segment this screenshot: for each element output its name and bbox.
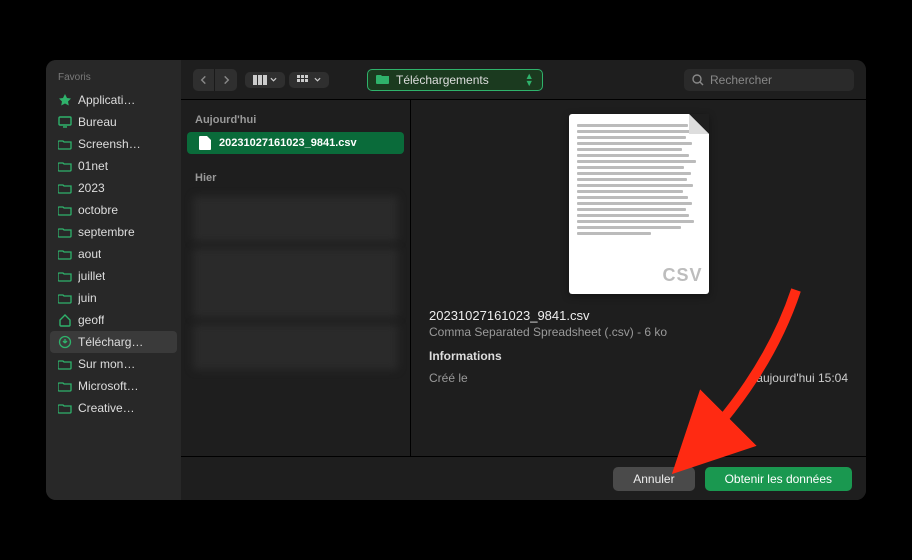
folder-icon	[58, 291, 72, 305]
dialog-footer: Annuler Obtenir les données	[181, 456, 866, 500]
columns-view-button[interactable]	[245, 72, 285, 88]
confirm-button[interactable]: Obtenir les données	[705, 467, 852, 491]
redacted-files	[193, 324, 398, 370]
sidebar-item-label: aout	[78, 247, 101, 261]
sidebar-item-label: geoff	[78, 313, 104, 327]
folder-icon	[58, 379, 72, 393]
sidebar-item-0[interactable]: Applicati…	[46, 89, 181, 111]
sidebar-item-label: juillet	[78, 269, 105, 283]
location-dropdown[interactable]: Téléchargements ▲▼	[367, 69, 543, 91]
sidebar-item-label: juin	[78, 291, 97, 305]
sidebar-item-14[interactable]: Creative…	[46, 397, 181, 419]
preview-meta: Comma Separated Spreadsheet (.csv) - 6 k…	[429, 325, 848, 339]
preview-filename: 20231027161023_9841.csv	[429, 308, 848, 323]
file-list-pane: Aujourd'hui 20231027161023_9841.csv Hier	[181, 100, 411, 456]
sidebar-item-label: 2023	[78, 181, 105, 195]
sidebar-item-2[interactable]: Screensh…	[46, 133, 181, 155]
sidebar-item-7[interactable]: aout	[46, 243, 181, 265]
location-label: Téléchargements	[396, 73, 489, 87]
sidebar-section-header: Favoris	[46, 68, 181, 89]
search-icon	[692, 74, 704, 86]
main-area: Téléchargements ▲▼ Rechercher Aujourd'hu…	[181, 60, 866, 500]
chevron-down-icon	[314, 77, 321, 82]
file-icon	[199, 136, 211, 150]
sidebar-item-label: Screensh…	[78, 137, 141, 151]
folder-icon	[58, 401, 72, 415]
sidebar-item-4[interactable]: 2023	[46, 177, 181, 199]
sidebar-item-label: octobre	[78, 203, 118, 217]
sidebar-item-label: 01net	[78, 159, 108, 173]
sidebar-item-8[interactable]: juillet	[46, 265, 181, 287]
cancel-button[interactable]: Annuler	[613, 467, 694, 491]
sidebar-item-label: Sur mon…	[78, 357, 135, 371]
file-type-watermark: CSV	[662, 265, 702, 286]
forward-button[interactable]	[215, 69, 237, 91]
preview-thumbnail: CSV	[569, 114, 709, 294]
sidebar-item-9[interactable]: juin	[46, 287, 181, 309]
home-icon	[58, 313, 72, 327]
search-placeholder: Rechercher	[710, 73, 772, 87]
sidebar-item-label: Bureau	[78, 115, 117, 129]
chevron-down-icon	[270, 77, 277, 82]
downloads-icon	[58, 335, 72, 349]
app-icon	[58, 93, 72, 107]
sidebar-item-11[interactable]: Télécharg…	[50, 331, 177, 353]
sidebar-item-label: Télécharg…	[78, 335, 143, 349]
preview-pane: CSV 20231027161023_9841.csv Comma Separa…	[411, 100, 866, 456]
sidebar-item-12[interactable]: Sur mon…	[46, 353, 181, 375]
redacted-files	[193, 196, 398, 242]
folder-icon	[58, 357, 72, 371]
file-picker-window: Favoris Applicati… Bureau Screensh… 01net 20…	[46, 60, 866, 500]
sidebar-item-13[interactable]: Microsoft…	[46, 375, 181, 397]
redacted-files	[193, 248, 398, 318]
info-label: Créé le	[429, 371, 468, 385]
list-section-yesterday: Hier	[181, 166, 410, 190]
sidebar-item-10[interactable]: geoff	[46, 309, 181, 331]
info-value: aujourd'hui 15:04	[756, 371, 848, 385]
sidebar-item-6[interactable]: septembre	[46, 221, 181, 243]
folder-icon	[58, 181, 72, 195]
group-view-button[interactable]	[289, 72, 329, 88]
nav-group	[193, 69, 237, 91]
file-name: 20231027161023_9841.csv	[219, 137, 357, 149]
list-section-today: Aujourd'hui	[181, 108, 410, 132]
folder-icon	[58, 269, 72, 283]
content-area: Aujourd'hui 20231027161023_9841.csv Hier…	[181, 100, 866, 456]
view-mode-group	[245, 72, 329, 88]
sidebar: Favoris Applicati… Bureau Screensh… 01net 20…	[46, 60, 181, 500]
folder-icon	[58, 137, 72, 151]
sidebar-item-label: septembre	[78, 225, 135, 239]
sidebar-item-1[interactable]: Bureau	[46, 111, 181, 133]
updown-icon: ▲▼	[525, 73, 534, 87]
back-button[interactable]	[193, 69, 215, 91]
folder-icon	[58, 203, 72, 217]
sidebar-item-3[interactable]: 01net	[46, 155, 181, 177]
search-input[interactable]: Rechercher	[684, 69, 854, 91]
file-row[interactable]: 20231027161023_9841.csv	[187, 132, 404, 154]
toolbar: Téléchargements ▲▼ Rechercher	[181, 60, 866, 100]
folder-icon	[58, 225, 72, 239]
sidebar-item-label: Applicati…	[78, 93, 135, 107]
info-row: Créé le aujourd'hui 15:04	[429, 369, 848, 387]
info-section-header: Informations	[429, 349, 848, 363]
folder-icon	[58, 247, 72, 261]
desktop-icon	[58, 115, 72, 129]
sidebar-item-label: Microsoft…	[78, 379, 139, 393]
sidebar-item-label: Creative…	[78, 401, 135, 415]
folder-icon	[376, 73, 390, 87]
sidebar-item-5[interactable]: octobre	[46, 199, 181, 221]
folder-icon	[58, 159, 72, 173]
